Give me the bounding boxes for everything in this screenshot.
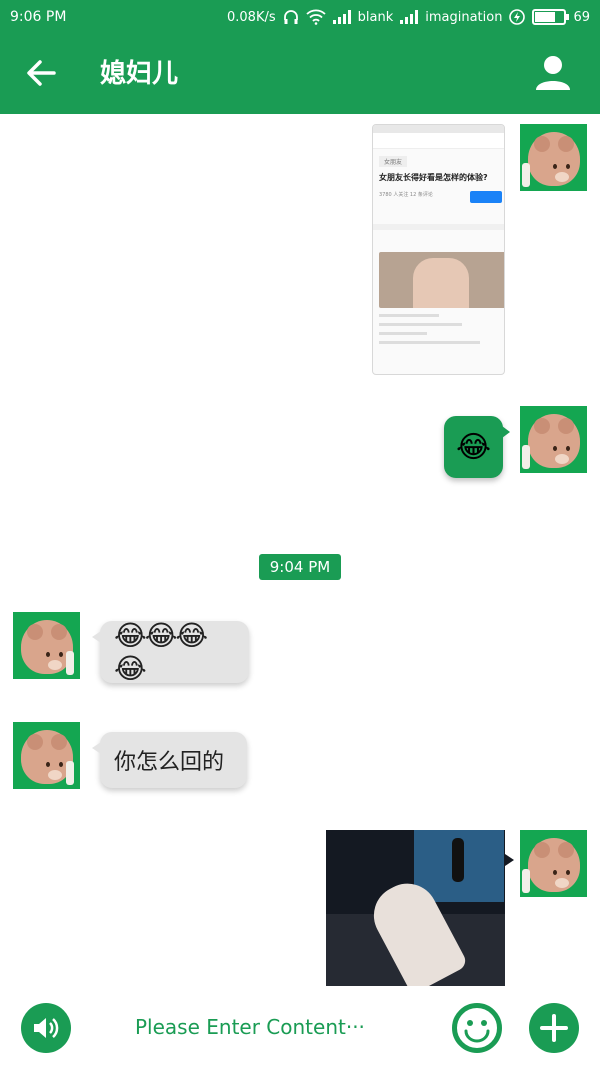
headphones-icon xyxy=(283,10,298,24)
bear-face xyxy=(528,838,580,892)
back-arrow-icon[interactable] xyxy=(24,56,58,90)
message-image-screenshot[interactable]: 女朋友 女朋友长得好看是怎样的体验? 3780 人关注 12 条评论 xyxy=(372,124,505,375)
photo-bubble-arrow xyxy=(505,854,514,866)
message-input[interactable]: Please Enter Content··· xyxy=(135,1012,365,1042)
charging-icon xyxy=(509,9,526,25)
chat-title: 媳妇儿 xyxy=(100,59,179,89)
screenshot-text-lines xyxy=(379,314,498,344)
screenshot-separator xyxy=(373,224,504,230)
person-figure xyxy=(66,651,74,675)
avatar-contact[interactable] xyxy=(13,612,80,679)
speaker-icon xyxy=(34,1018,59,1038)
avatar-self[interactable] xyxy=(520,124,587,191)
screenshot-question: 女朋友长得好看是怎样的体验? xyxy=(379,173,488,182)
message-image-photo[interactable] xyxy=(326,830,505,986)
battery-icon xyxy=(532,9,570,25)
person-icon[interactable] xyxy=(534,54,572,92)
signal-icon xyxy=(400,10,419,24)
person-figure xyxy=(522,163,530,187)
person-figure xyxy=(66,761,74,785)
screenshot-palm-photo xyxy=(379,252,504,308)
battery-fill xyxy=(535,12,555,22)
plus-icon xyxy=(540,1014,568,1042)
wifi-icon xyxy=(306,9,326,25)
message-bubble-left[interactable]: 😂😂😂😂 xyxy=(92,619,249,685)
screenshot-tag: 女朋友 xyxy=(379,156,408,167)
status-right: 0.08K/s blank imagination 69 xyxy=(227,9,590,25)
screenshot-statusbar xyxy=(373,125,504,133)
bear-face xyxy=(528,414,580,468)
voice-button[interactable] xyxy=(21,1003,71,1053)
chat-area[interactable]: 女朋友 女朋友长得好看是怎样的体验? 3780 人关注 12 条评论 😂 9:0… xyxy=(0,114,600,994)
avatar-contact[interactable] xyxy=(13,722,80,789)
carrier-1: blank xyxy=(357,9,394,25)
status-time: 9:06 PM xyxy=(10,9,67,25)
smiley-icon xyxy=(464,1020,490,1043)
avatar-self[interactable] xyxy=(520,406,587,473)
message-timestamp: 9:04 PM xyxy=(259,554,341,580)
screenshot-navbar xyxy=(373,133,504,149)
net-speed: 0.08K/s xyxy=(227,9,276,25)
signal-icon xyxy=(332,10,351,24)
avatar-self[interactable] xyxy=(520,830,587,897)
input-bar: Please Enter Content··· xyxy=(0,994,600,1067)
app-bar: 媳妇儿 xyxy=(0,34,600,114)
screenshot-follow-button xyxy=(470,191,502,203)
add-button[interactable] xyxy=(529,1003,579,1053)
battery-level: 69 xyxy=(573,9,590,25)
person-figure xyxy=(522,445,530,469)
emoji-button[interactable] xyxy=(452,1003,502,1053)
person-figure xyxy=(522,869,530,893)
status-bar: 9:06 PM 0.08K/s blank imagination 69 xyxy=(0,0,600,34)
message-bubble-right[interactable]: 😂 xyxy=(444,416,510,478)
carrier-2: imagination xyxy=(425,9,503,25)
message-bubble-left[interactable]: 你怎么回的 xyxy=(92,732,247,788)
bear-face xyxy=(528,132,580,186)
